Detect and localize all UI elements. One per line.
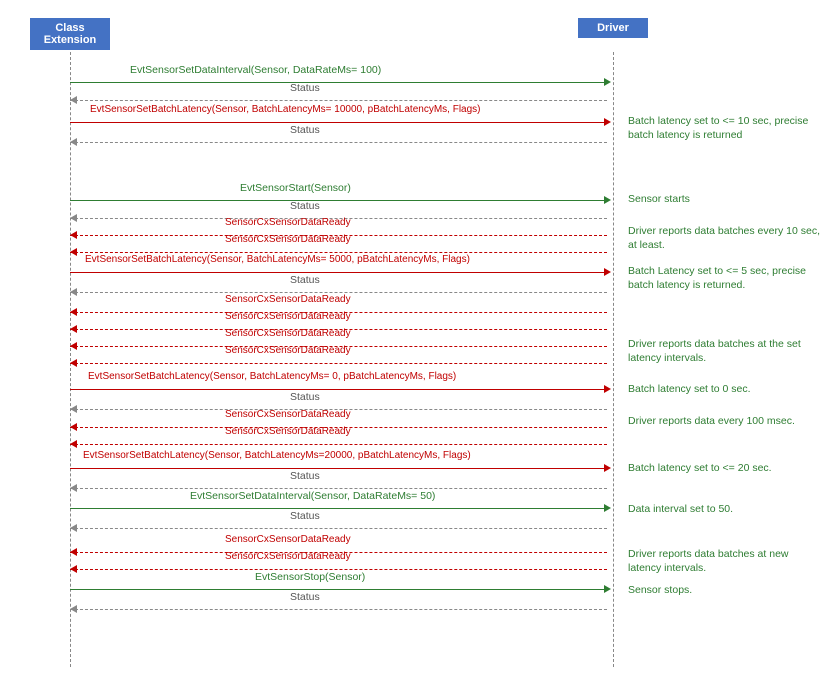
arrow-22: Status bbox=[70, 524, 614, 532]
arrow-19-label: EvtSensorSetBatchLatency(Sensor, BatchLa… bbox=[83, 450, 471, 461]
arrow-23-label: SensorCxSensorDataReady bbox=[225, 534, 351, 545]
arrow-13-label: SensorCxSensorDataReady bbox=[225, 328, 351, 339]
arrow-4-label: Status bbox=[290, 124, 320, 136]
arrow-15: EvtSensorSetBatchLatency(Sensor, BatchLa… bbox=[70, 385, 614, 393]
arrow-1: EvtSensorSetDataInterval(Sensor, DataRat… bbox=[70, 78, 614, 86]
arrow-18-label: SensorCxSensorDataReady bbox=[225, 426, 351, 437]
arrow-21: EvtSensorSetDataInterval(Sensor, DataRat… bbox=[70, 504, 614, 512]
driver-label: Driver bbox=[597, 22, 629, 34]
arrow-25-label: EvtSensorStop(Sensor) bbox=[255, 571, 365, 583]
arrow-18: SensorCxSensorDataReady bbox=[70, 440, 614, 448]
arrow-8-label: SensorCxSensorDataReady bbox=[225, 234, 351, 245]
arrow-22-label: Status bbox=[290, 510, 320, 522]
arrow-7-label: SensorCxSensorDataReady bbox=[225, 217, 351, 228]
lifeline-class-extension: Class Extension bbox=[30, 18, 110, 50]
annotation-10: Driver reports data batches at new laten… bbox=[628, 548, 823, 575]
arrow-11-label: SensorCxSensorDataReady bbox=[225, 294, 351, 305]
arrow-5-label: EvtSensorStart(Sensor) bbox=[240, 182, 351, 194]
lifeline-driver: Driver bbox=[578, 18, 648, 38]
arrow-24-label: SensorCxSensorDataReady bbox=[225, 551, 351, 562]
annotation-2: Sensor starts bbox=[628, 193, 823, 207]
class-ext-label1: Class bbox=[55, 22, 84, 34]
arrow-5: EvtSensorStart(Sensor) bbox=[70, 196, 614, 204]
arrow-17-label: SensorCxSensorDataReady bbox=[225, 409, 351, 420]
arrow-9-label: EvtSensorSetBatchLatency(Sensor, BatchLa… bbox=[85, 254, 470, 265]
arrow-26-label: Status bbox=[290, 591, 320, 603]
annotation-1: Batch latency set to <= 10 sec, precise … bbox=[628, 115, 823, 142]
arrow-15-label: EvtSensorSetBatchLatency(Sensor, BatchLa… bbox=[88, 371, 456, 382]
arrow-14-label: SensorCxSensorDataReady bbox=[225, 345, 351, 356]
arrow-16-label: Status bbox=[290, 391, 320, 403]
arrow-20-label: Status bbox=[290, 470, 320, 482]
arrow-14: SensorCxSensorDataReady bbox=[70, 359, 614, 367]
arrow-2-label: Status bbox=[290, 82, 320, 94]
annotation-4: Batch Latency set to <= 5 sec, precise b… bbox=[628, 265, 823, 292]
arrow-9: EvtSensorSetBatchLatency(Sensor, BatchLa… bbox=[70, 268, 614, 276]
annotation-9: Data interval set to 50. bbox=[628, 503, 823, 517]
arrow-3: EvtSensorSetBatchLatency(Sensor, BatchLa… bbox=[70, 118, 614, 126]
arrow-10-label: Status bbox=[290, 274, 320, 286]
arrow-2: Status bbox=[70, 96, 614, 104]
annotation-6: Batch latency set to 0 sec. bbox=[628, 383, 823, 397]
class-ext-label2: Extension bbox=[44, 34, 97, 46]
sequence-diagram: Class Extension Driver EvtSensorSetDataI… bbox=[0, 0, 837, 680]
annotation-5: Driver reports data batches at the set l… bbox=[628, 338, 823, 365]
arrow-1-label: EvtSensorSetDataInterval(Sensor, DataRat… bbox=[130, 64, 381, 76]
arrow-12-label: SensorCxSensorDataReady bbox=[225, 311, 351, 322]
arrow-3-label: EvtSensorSetBatchLatency(Sensor, BatchLa… bbox=[90, 104, 481, 115]
arrow-6-label: Status bbox=[290, 200, 320, 212]
arrow-21-label: EvtSensorSetDataInterval(Sensor, DataRat… bbox=[190, 490, 435, 502]
arrow-19: EvtSensorSetBatchLatency(Sensor, BatchLa… bbox=[70, 464, 614, 472]
annotation-3: Driver reports data batches every 10 sec… bbox=[628, 225, 823, 252]
arrow-4: Status bbox=[70, 138, 614, 146]
annotation-7: Driver reports data every 100 msec. bbox=[628, 415, 823, 429]
arrow-25: EvtSensorStop(Sensor) bbox=[70, 585, 614, 593]
annotation-8: Batch latency set to <= 20 sec. bbox=[628, 462, 823, 476]
arrow-26: Status bbox=[70, 605, 614, 613]
annotation-11: Sensor stops. bbox=[628, 584, 823, 598]
